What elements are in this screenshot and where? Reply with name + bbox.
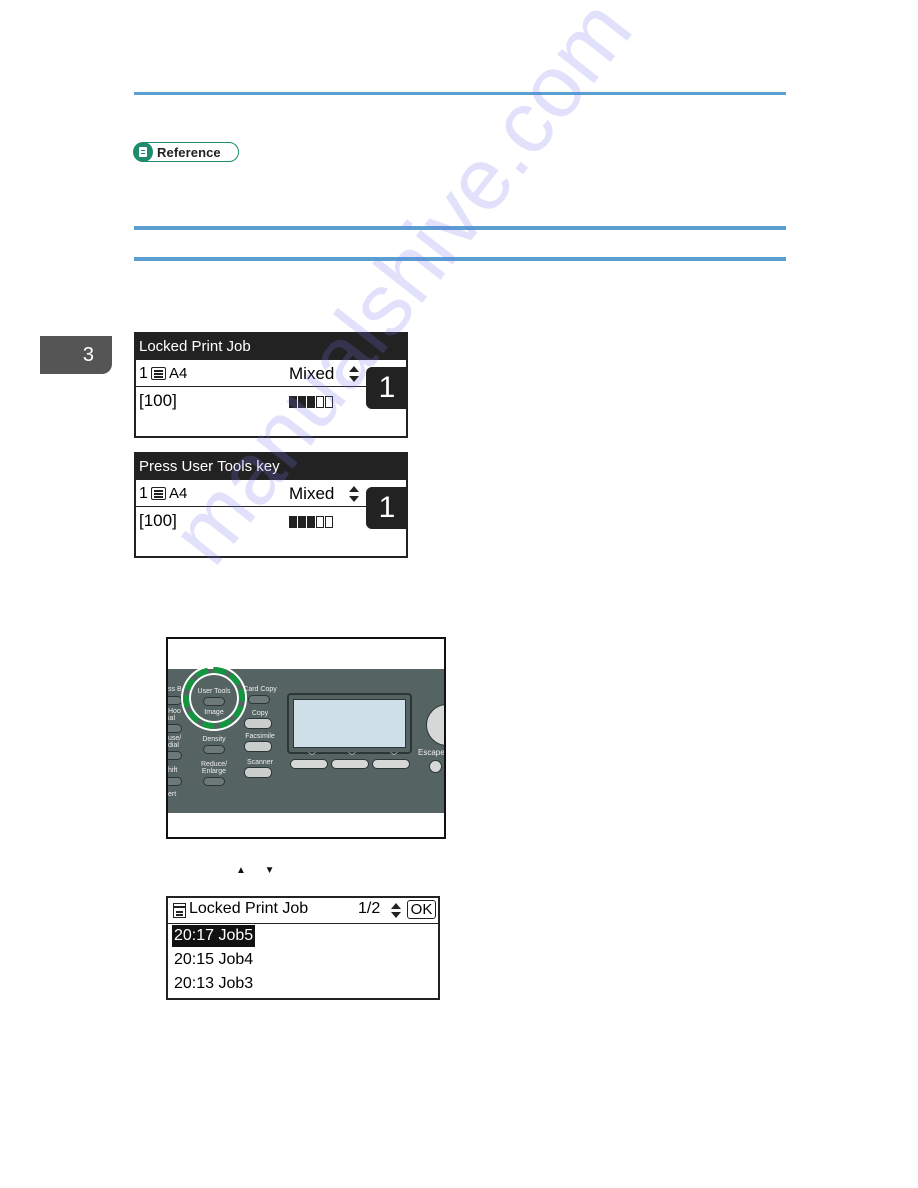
lcd-copies: [100] — [139, 391, 177, 410]
lcd-quantity: 1 — [139, 485, 148, 502]
panel-label-partial: hift — [168, 767, 178, 774]
navigation-pad[interactable] — [426, 704, 444, 746]
density-cell — [316, 396, 324, 408]
density-cell — [307, 396, 315, 408]
user-tools-highlight-ring — [183, 667, 245, 729]
density-cell — [298, 396, 306, 408]
lcd-paper-size: A4 — [169, 485, 188, 502]
lcd-quantity: 1 — [139, 365, 148, 382]
up-down-arrow-icon — [349, 486, 359, 502]
job-list-item[interactable]: 20:13 Job3 — [172, 973, 255, 995]
panel-button — [168, 724, 182, 733]
density-indicator — [289, 516, 333, 528]
escape-label: Escape — [418, 748, 445, 757]
chapter-tab: 3 — [40, 336, 112, 374]
panel-label-partial: use/ dial — [168, 735, 182, 749]
facsimile-button[interactable] — [244, 741, 272, 752]
density-cell — [316, 516, 324, 528]
lcd-screen-press-user-tools: Press User Tools key 1 A4 Mixed [100] 1 — [134, 452, 408, 558]
density-label: Density — [202, 736, 226, 743]
density-cell — [307, 516, 315, 528]
panel-label-partial: ert — [168, 791, 177, 798]
escape-button[interactable] — [429, 760, 442, 773]
lcd-screen-locked-print-job: Locked Print Job 1 A4 Mixed [100] 1 — [134, 332, 408, 438]
lcd-mode: Mixed — [289, 364, 335, 383]
up-down-arrow-icon — [349, 366, 359, 382]
density-cell — [325, 396, 333, 408]
page-indicator: 1/2 — [358, 900, 381, 917]
lcd-paper-size: A4 — [169, 365, 188, 382]
control-panel-illustration: ss B Hoo ial use/ dial hift ert User Too… — [166, 637, 446, 839]
panel-display — [293, 699, 406, 748]
lcd-title: Locked Print Job — [136, 334, 406, 360]
job-list-header: Locked Print Job 1/2 OK — [168, 898, 438, 924]
section-heading-rule-bottom — [134, 257, 786, 261]
panel-label-partial: ss B — [168, 686, 182, 693]
selection-key-center[interactable] — [331, 759, 369, 769]
reference-badge: Reference — [133, 142, 239, 162]
scanner-button[interactable] — [244, 767, 272, 778]
reference-icon — [133, 142, 153, 162]
job-list-title: Locked Print Job — [189, 900, 309, 917]
card-copy-button[interactable] — [248, 695, 270, 704]
chapter-number: 3 — [82, 343, 94, 366]
panel-button — [168, 696, 182, 705]
up-down-arrow-icon — [391, 903, 401, 918]
copy-button[interactable] — [244, 718, 272, 729]
density-button[interactable] — [203, 745, 225, 754]
header-rule — [134, 92, 786, 95]
copy-label: Copy — [251, 710, 269, 717]
scanner-label: Scanner — [246, 759, 274, 766]
document-icon — [173, 903, 186, 918]
lcd-screen-job-list: Locked Print Job 1/2 OK 20:17 Job5 20:15… — [166, 896, 440, 1000]
panel-label-partial: Hoo ial — [168, 708, 181, 722]
panel-button — [168, 777, 182, 786]
selection-key-left[interactable] — [290, 759, 328, 769]
job-list-item[interactable]: 20:15 Job4 — [172, 949, 255, 971]
lcd-mode: Mixed — [289, 484, 335, 503]
reference-label: Reference — [157, 144, 221, 160]
job-list-item[interactable]: 20:17 Job5 — [172, 925, 256, 947]
selection-key-right[interactable] — [372, 759, 410, 769]
card-copy-label: Card Copy — [243, 686, 277, 693]
paper-tray-icon — [151, 367, 166, 380]
panel-button — [168, 751, 182, 760]
density-cell — [289, 396, 297, 408]
up-down-key-icons: ▲ ▼ — [236, 865, 283, 876]
density-indicator — [289, 396, 333, 408]
density-cell — [289, 516, 297, 528]
reduce-enlarge-label: Reduce/ Enlarge — [200, 761, 228, 775]
density-cell — [298, 516, 306, 528]
lcd-counter: 1 — [366, 367, 406, 409]
lcd-title: Press User Tools key — [136, 454, 406, 480]
density-cell — [325, 516, 333, 528]
ok-indicator: OK — [407, 900, 436, 919]
lcd-copies: [100] — [139, 511, 177, 530]
section-heading-rule-top — [134, 226, 786, 230]
reduce-enlarge-button[interactable] — [203, 777, 225, 786]
lcd-counter: 1 — [366, 487, 406, 529]
facsimile-label: Facsimile — [245, 733, 275, 740]
paper-tray-icon — [151, 487, 166, 500]
